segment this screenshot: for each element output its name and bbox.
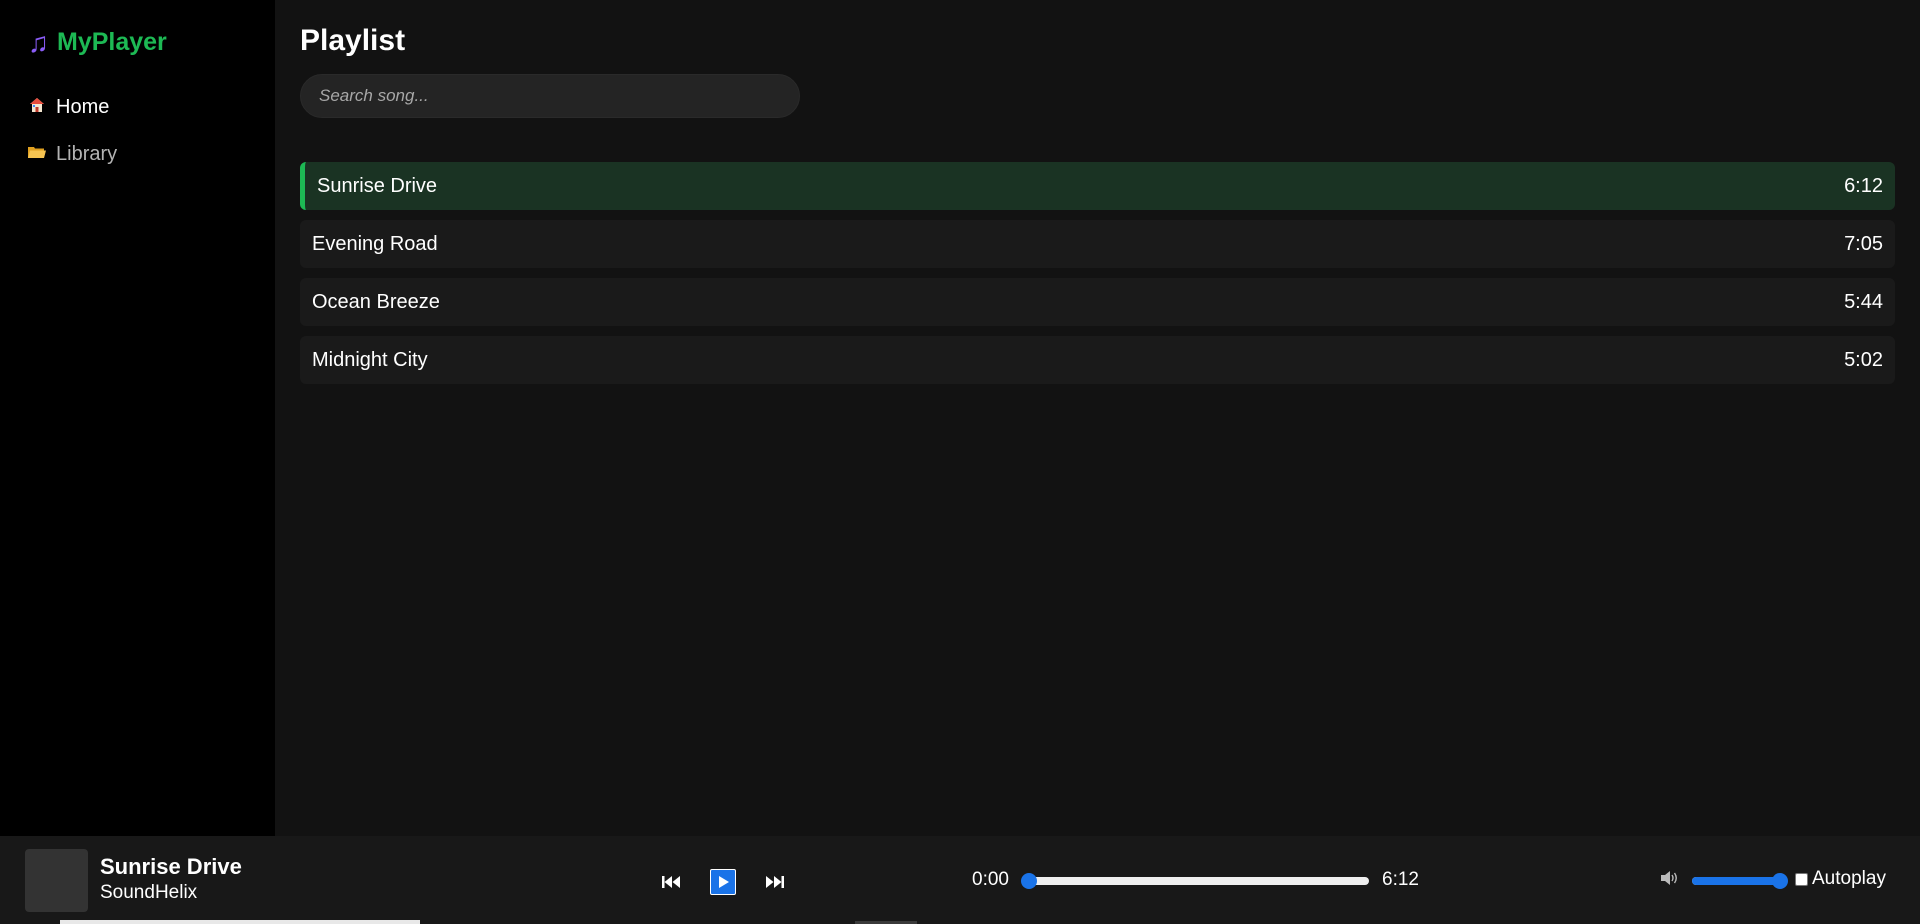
logo-text: MyPlayer	[57, 28, 167, 56]
track-duration: 5:44	[1844, 290, 1883, 313]
track-title: Ocean Breeze	[312, 290, 440, 313]
now-playing-artist: SoundHelix	[100, 882, 198, 903]
sidebar: ♫ MyPlayer Home Library	[0, 0, 275, 836]
track-title: Midnight City	[312, 348, 428, 371]
track-title: Sunrise Drive	[317, 174, 438, 197]
track-row-ocean-breeze[interactable]: Ocean Breeze 5:44	[300, 278, 1895, 326]
track-duration: 5:02	[1844, 348, 1883, 371]
sidebar-item-library[interactable]: Library	[28, 143, 117, 166]
seek-thumb[interactable]	[1021, 873, 1037, 889]
volume-thumb[interactable]	[1772, 873, 1788, 889]
horizontal-scrollbar[interactable]	[60, 920, 420, 924]
album-cover	[25, 849, 88, 912]
house-icon	[28, 97, 46, 118]
track-duration: 7:05	[1844, 232, 1883, 255]
total-time: 6:12	[1382, 869, 1419, 890]
play-button[interactable]	[710, 869, 736, 895]
track-title: Evening Road	[312, 232, 438, 255]
sidebar-item-label: Home	[56, 96, 110, 118]
logo: ♫ MyPlayer	[28, 28, 167, 57]
track-row-evening-road[interactable]: Evening Road 7:05	[300, 220, 1895, 268]
track-list: Sunrise Drive 6:12 Evening Road 7:05 Oce…	[300, 162, 1895, 394]
page-title: Playlist	[300, 24, 406, 57]
sidebar-item-label: Library	[56, 143, 118, 165]
app: ♫ MyPlayer Home Library Playlist Sunrise…	[0, 0, 1920, 924]
player-bar: Sunrise Drive SoundHelix 0:00 6:12 Autop…	[0, 836, 1920, 924]
skip-forward-icon	[766, 876, 784, 888]
now-playing-title: Sunrise Drive	[100, 854, 242, 879]
play-icon	[719, 876, 729, 888]
main-panel: Playlist Sunrise Drive 6:12 Evening Road…	[275, 0, 1920, 836]
previous-button[interactable]	[659, 870, 683, 894]
track-row-sunrise-drive[interactable]: Sunrise Drive 6:12	[300, 162, 1895, 210]
speaker-icon[interactable]	[1660, 870, 1680, 891]
volume-fill	[1692, 877, 1782, 885]
autoplay-toggle[interactable]: Autoplay	[1795, 868, 1886, 890]
autoplay-checkbox[interactable]	[1795, 872, 1808, 886]
sidebar-item-home[interactable]: Home	[28, 96, 109, 119]
skip-back-icon	[662, 876, 680, 888]
next-button[interactable]	[763, 870, 787, 894]
folder-icon	[28, 145, 46, 164]
autoplay-label: Autoplay	[1812, 868, 1886, 889]
volume-slider[interactable]	[1692, 873, 1788, 889]
track-row-midnight-city[interactable]: Midnight City 5:02	[300, 336, 1895, 384]
music-note-icon: ♫	[28, 26, 49, 58]
current-time: 0:00	[972, 869, 1009, 890]
search-input[interactable]	[300, 74, 800, 118]
track-duration: 6:12	[1844, 174, 1883, 197]
seek-slider[interactable]	[1021, 873, 1369, 889]
